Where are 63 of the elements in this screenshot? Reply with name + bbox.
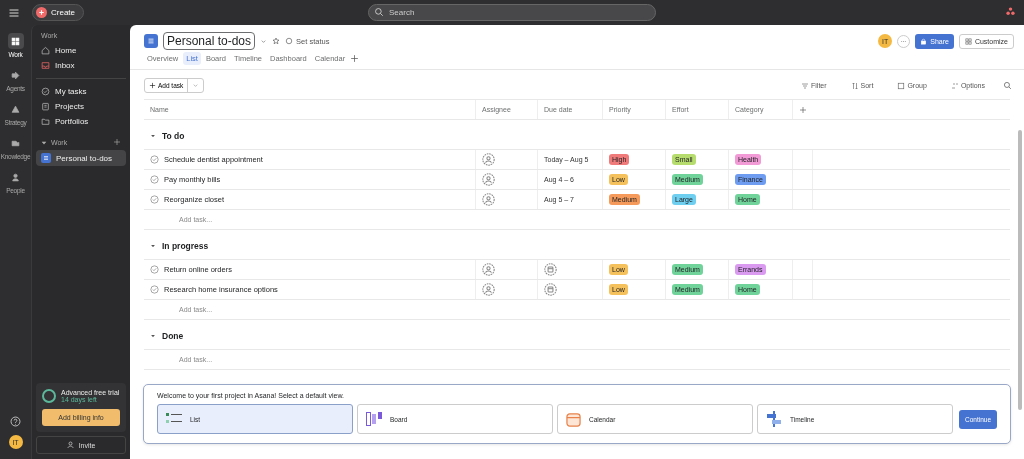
person-placeholder-icon <box>482 153 495 166</box>
sidebar-item[interactable]: Portfolios <box>36 114 126 129</box>
check-circle-icon <box>150 265 159 274</box>
list-icon <box>42 154 50 162</box>
project-title[interactable]: Personal to-dos <box>163 32 256 50</box>
section-title[interactable]: In progress <box>162 241 209 251</box>
search-icon <box>1003 80 1012 90</box>
check-circle-icon <box>150 155 159 164</box>
person-placeholder-icon <box>482 283 495 296</box>
board-icon <box>366 412 382 426</box>
sidebar-item[interactable]: My tasks <box>36 84 126 99</box>
calendar-icon <box>566 411 581 427</box>
triangle-icon <box>11 104 20 114</box>
add-tab-icon <box>350 54 360 63</box>
calendar-placeholder-icon <box>544 283 557 296</box>
search-field[interactable]: Search <box>368 4 656 21</box>
check-circle-icon <box>150 285 159 294</box>
inbox-icon <box>41 61 50 70</box>
arrow-icon <box>11 70 20 80</box>
caret-icon <box>150 243 156 249</box>
folder-icon <box>41 117 50 126</box>
sidebar-item[interactable]: Projects <box>36 99 126 114</box>
filter-icon <box>801 81 809 90</box>
plus-icon <box>113 138 121 146</box>
create-button[interactable]: Create <box>32 4 84 21</box>
caret-icon <box>150 133 156 139</box>
chevron-down-icon <box>192 82 200 89</box>
person-placeholder-icon <box>482 263 495 276</box>
caret-icon <box>150 333 156 339</box>
section-title[interactable]: Done <box>162 331 184 341</box>
group-icon <box>897 81 906 90</box>
sidebar-item[interactable]: Inbox <box>36 58 126 73</box>
progress-ring-icon <box>42 389 56 403</box>
person-icon <box>11 172 20 182</box>
chevron-down-icon <box>260 37 268 45</box>
check-circle-icon <box>150 195 159 204</box>
dots-logo-icon <box>1005 6 1016 17</box>
check-circle-icon <box>150 175 159 184</box>
circle-icon <box>285 37 294 45</box>
star-icon <box>272 37 281 45</box>
clipboard-icon <box>41 102 50 111</box>
menu-icon <box>8 6 20 19</box>
help-icon <box>10 416 21 427</box>
person-placeholder-icon <box>482 173 495 186</box>
check-circle-icon <box>41 87 50 96</box>
home-icon <box>41 46 50 55</box>
grid-icon <box>11 36 20 46</box>
sort-icon <box>850 81 859 90</box>
timeline-icon <box>766 411 782 427</box>
plus-icon <box>38 9 45 16</box>
calendar-placeholder-icon <box>544 263 557 276</box>
sidebar-item[interactable]: Home <box>36 43 126 58</box>
add-column-icon <box>799 105 807 114</box>
list-icon <box>166 413 182 425</box>
grid-icon <box>964 37 972 45</box>
section-title[interactable]: To do <box>162 131 185 141</box>
caret-icon <box>41 139 47 146</box>
person-add-icon <box>66 441 75 449</box>
plus-icon <box>149 82 156 89</box>
person-placeholder-icon <box>482 193 495 206</box>
search-icon <box>374 7 384 17</box>
lock-icon <box>920 37 928 45</box>
project-item[interactable]: Personal to-dos <box>36 150 126 166</box>
